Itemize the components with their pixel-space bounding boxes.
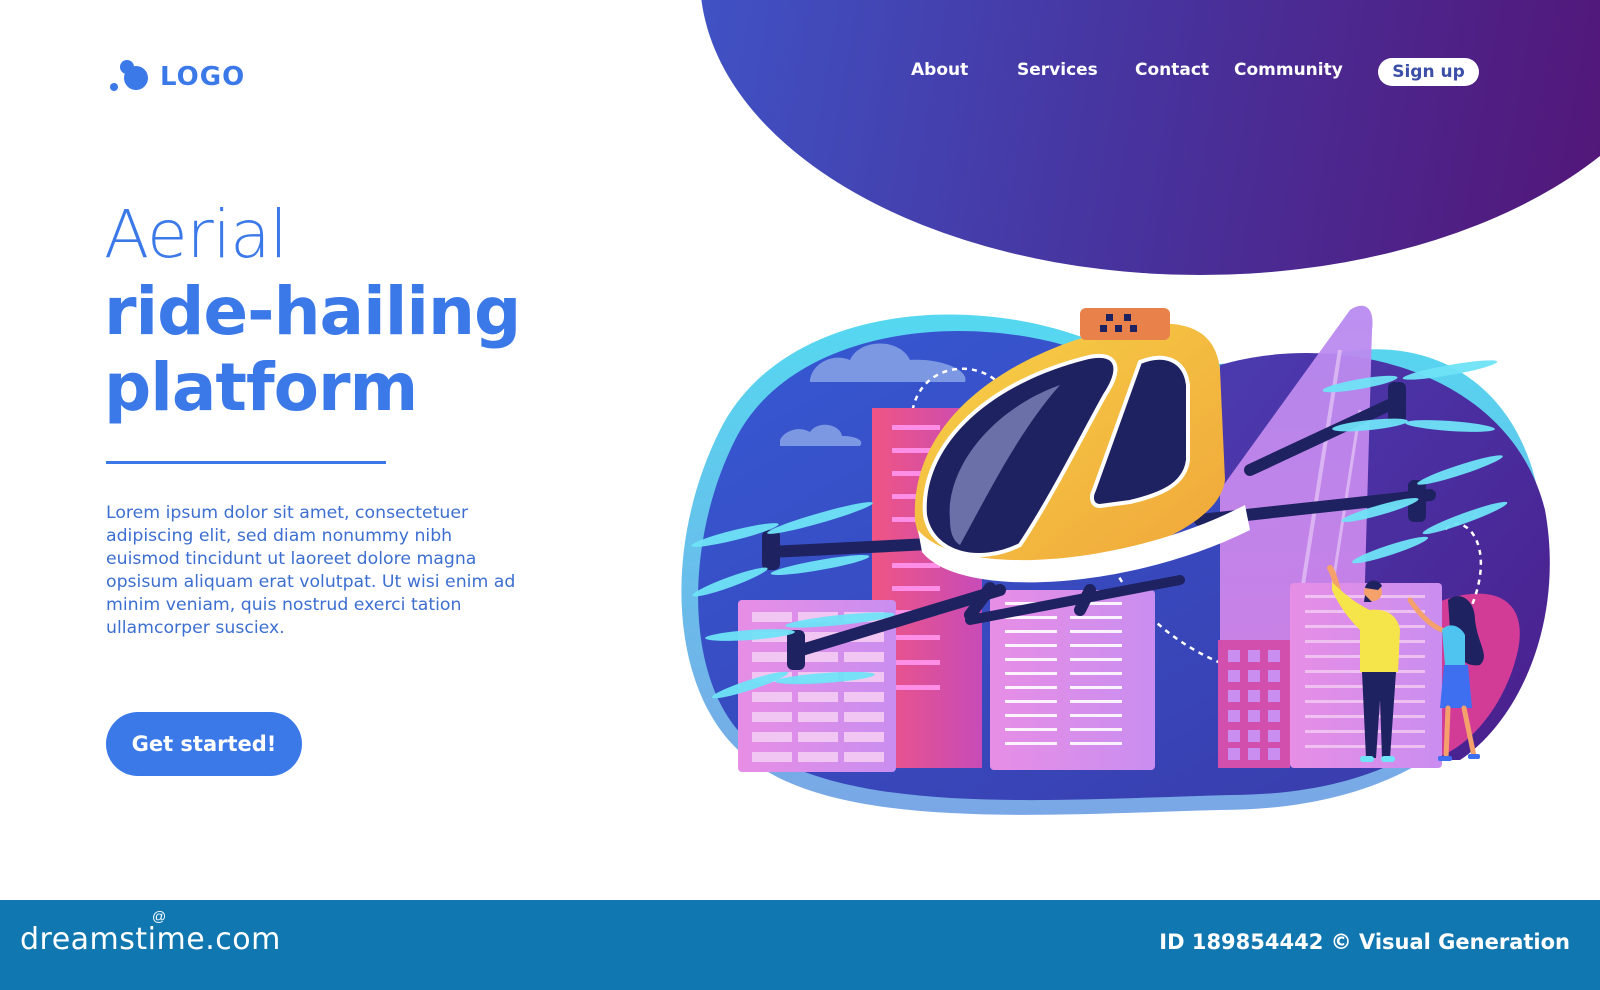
- top-nav: About Services Contact Community Sign up: [0, 58, 1600, 88]
- hero-title-line1: ride-hailing: [104, 273, 521, 350]
- title-divider: [106, 461, 386, 464]
- header-blob-background: [700, 0, 1600, 275]
- air-taxi-illustration: [681, 305, 1550, 815]
- woman-top: [1442, 625, 1465, 665]
- image-credit: ID 189854442 © Visual Generation: [1159, 930, 1570, 954]
- taxi-sign: [1080, 308, 1170, 340]
- hero-description: Lorem ipsum dolor sit amet, consectetuer…: [106, 503, 516, 638]
- watermark-footer: @ dreamstime.com ID 189854442 © Visual G…: [0, 900, 1600, 990]
- nav-services[interactable]: Services: [1017, 60, 1098, 80]
- get-started-button[interactable]: Get started!: [106, 712, 302, 776]
- nav-community[interactable]: Community: [1234, 60, 1343, 80]
- woman-skirt: [1440, 665, 1472, 708]
- signup-button[interactable]: Sign up: [1378, 58, 1479, 86]
- hero-title-line2: platform: [104, 349, 418, 426]
- hero-title-bold: ride-hailing platform: [104, 273, 521, 426]
- nav-about[interactable]: About: [911, 60, 968, 80]
- landing-page: LOGO About Services Contact Community Si…: [0, 0, 1600, 900]
- nav-contact[interactable]: Contact: [1135, 60, 1209, 80]
- footer-brand: dreamstime.com: [20, 922, 281, 957]
- hero-title-light: Aerial: [104, 196, 288, 273]
